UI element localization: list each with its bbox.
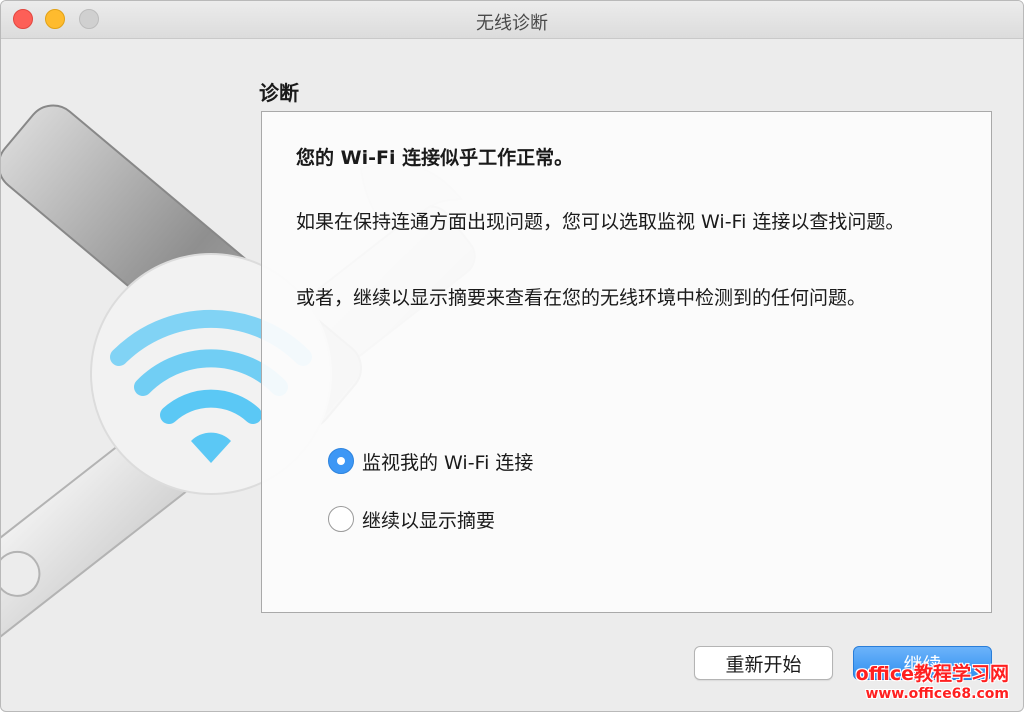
option-show-summary-label[interactable]: 继续以显示摘要 (362, 506, 495, 533)
watermark: office教程学习网 www.office68.com (856, 663, 1009, 703)
title-bar[interactable]: 无线诊断 (1, 1, 1023, 39)
restart-button[interactable]: 重新开始 (694, 646, 833, 680)
summary-explanation: 或者，继续以显示摘要来查看在您的无线环境中检测到的任何问题。 (296, 287, 867, 309)
wireless-diagnostics-window: 无线诊断 诊断 您的 Wi-Fi 连接似乎工作正常。 如果在保持连通方面出现问题… (0, 0, 1024, 712)
option-monitor-wifi[interactable]: 监视我的 Wi-Fi 连接 (328, 447, 533, 475)
window-title: 无线诊断 (476, 13, 548, 34)
monitor-explanation: 如果在保持连通方面出现问题，您可以选取监视 Wi-Fi 连接以查找问题。 (296, 211, 905, 233)
section-title: 诊断 (259, 81, 299, 105)
watermark-brand: office教程学习网 (855, 663, 1009, 685)
option-monitor-wifi-label[interactable]: 监视我的 Wi-Fi 连接 (362, 448, 533, 475)
radio-show-summary[interactable] (328, 506, 354, 532)
radio-monitor-wifi[interactable] (328, 448, 354, 474)
status-message: 您的 Wi-Fi 连接似乎工作正常。 (296, 147, 574, 169)
watermark-url: www.office68.com (865, 686, 1009, 702)
option-show-summary[interactable]: 继续以显示摘要 (328, 505, 495, 533)
diagnosis-panel: 您的 Wi-Fi 连接似乎工作正常。 如果在保持连通方面出现问题，您可以选取监视… (261, 111, 992, 613)
